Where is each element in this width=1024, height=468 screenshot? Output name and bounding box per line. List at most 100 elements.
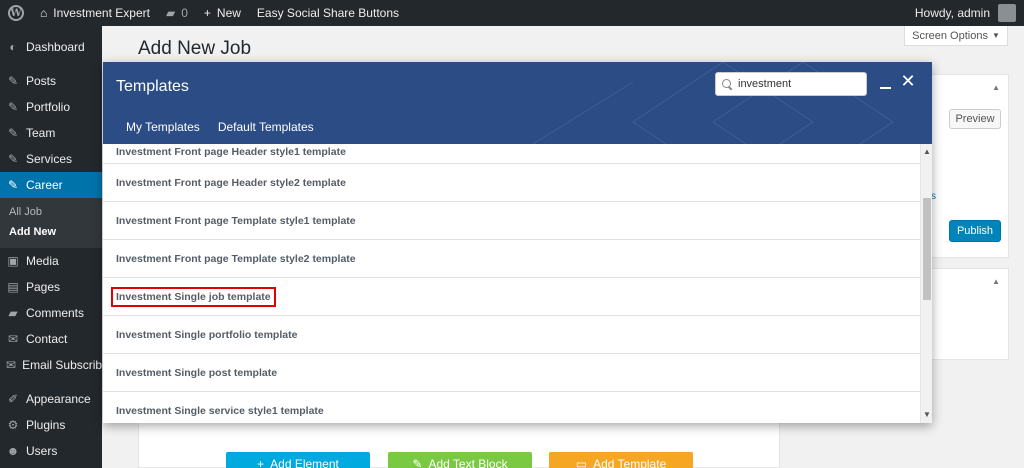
sidebar-item-email-subscribers[interactable]: ✉ Email Subscribers <box>0 352 102 378</box>
scroll-thumb[interactable] <box>923 198 931 300</box>
modal-title: Templates <box>116 78 189 95</box>
sidebar-item-posts[interactable]: ✎ Posts <box>0 68 102 94</box>
minimize-icon[interactable] <box>880 87 891 89</box>
sidebar-item-pages[interactable]: ▤ Pages <box>0 274 102 300</box>
list-item[interactable]: Investment Front page Header style2 temp… <box>103 164 920 202</box>
side-metabox: ▲ <box>931 268 1009 360</box>
close-icon[interactable]: ✕ <box>900 72 916 90</box>
template-search-box[interactable] <box>715 72 867 96</box>
template-name: Investment Single service style1 templat… <box>116 404 324 417</box>
sidebar-item-label: Dashboard <box>26 40 85 54</box>
sidebar-item-label: Posts <box>26 74 57 88</box>
brush-icon: ✐ <box>7 392 19 406</box>
template-name: Investment Front page Header style2 temp… <box>116 176 346 189</box>
sidebar-item-label: Media <box>26 254 59 268</box>
sidebar-item-comments[interactable]: ▰ Comments <box>0 300 102 326</box>
tab-default-templates[interactable]: Default Templates <box>218 120 314 134</box>
howdy-text: Howdy, admin <box>914 6 990 20</box>
account-menu[interactable]: Howdy, admin <box>907 0 1024 26</box>
sidebar-item-appearance[interactable]: ✐ Appearance <box>0 386 102 412</box>
template-name-highlighted: Investment Single job template <box>111 286 276 307</box>
sidebar-item-media[interactable]: ▣ Media <box>0 248 102 274</box>
submenu-item-all-job[interactable]: All Job <box>0 202 102 222</box>
admin-bar: W ⌂ Investment Expert ▰ 0 + New Easy Soc… <box>0 0 1024 26</box>
admin-sidebar: ◐ Dashboard ✎ Posts ✎ Portfolio ✎ Team ✎… <box>0 26 102 468</box>
sidebar-item-users[interactable]: ☻ Users <box>0 438 102 464</box>
template-tabs: My Templates Default Templates <box>126 120 314 134</box>
sidebar-item-label: Plugins <box>26 418 66 432</box>
pages-icon: ▤ <box>7 280 19 294</box>
caret-up-icon[interactable]: ▲ <box>992 83 1000 92</box>
site-name: Investment Expert <box>53 6 150 20</box>
wordpress-logo-button[interactable]: W <box>0 0 32 26</box>
list-item-highlighted[interactable]: Investment Single job template <box>103 278 920 316</box>
sidebar-item-label: Pages <box>26 280 61 294</box>
sidebar-item-services[interactable]: ✎ Services <box>0 146 102 172</box>
caret-down-icon: ▼ <box>991 31 1000 40</box>
sidebar-item-label: Comments <box>26 306 85 320</box>
site-name-link[interactable]: ⌂ Investment Expert <box>32 0 158 26</box>
comments-link[interactable]: ▰ 0 <box>158 0 196 26</box>
sidebar-item-label: Team <box>26 126 56 140</box>
sidebar-item-contact[interactable]: ✉ Contact <box>0 326 102 352</box>
screen-options-button[interactable]: Screen Options ▼ <box>904 26 1008 46</box>
plugin-label: Easy Social Share Buttons <box>256 6 399 20</box>
list-item[interactable]: Investment Front page Template style1 te… <box>103 202 920 240</box>
add-template-button[interactable]: ▭ Add Template <box>549 452 693 468</box>
list-item[interactable]: Investment Front page Header style1 temp… <box>103 144 920 164</box>
new-content-link[interactable]: + New <box>196 0 249 26</box>
comments-count: 0 <box>181 6 188 20</box>
template-list-scrollbar[interactable]: ▲ ▼ <box>920 144 932 423</box>
sidebar-item-team[interactable]: ✎ Team <box>0 120 102 146</box>
preview-button[interactable]: Preview <box>949 109 1001 129</box>
scroll-down-icon[interactable]: ▼ <box>921 409 933 421</box>
list-item[interactable]: Investment Front page Template style2 te… <box>103 240 920 278</box>
edit-icon: ✎ <box>412 457 423 468</box>
comments-icon: ▰ <box>8 306 18 320</box>
sidebar-item-plugins[interactable]: ⚙ Plugins <box>0 412 102 438</box>
add-text-block-button[interactable]: ✎ Add Text Block <box>388 452 532 468</box>
sidebar-item-label: Users <box>26 444 58 458</box>
pin-icon: ✎ <box>7 74 19 88</box>
template-name: Investment Front page Header style1 temp… <box>116 146 346 158</box>
sidebar-item-portfolio[interactable]: ✎ Portfolio <box>0 94 102 120</box>
list-item[interactable]: Investment Single portfolio template <box>103 316 920 354</box>
add-text-block-label: Add Text Block <box>428 457 508 468</box>
home-icon: ⌂ <box>40 6 48 20</box>
list-item[interactable]: Investment Single post template <box>103 354 920 392</box>
add-element-button[interactable]: + Add Element <box>226 452 370 468</box>
templates-modal: Templates ✕ My Templates Default Templat… <box>103 62 932 423</box>
list-item[interactable]: Investment Single service style1 templat… <box>103 392 920 423</box>
avatar <box>998 4 1016 22</box>
template-name: Investment Single portfolio template <box>116 328 298 341</box>
sidebar-item-dashboard[interactable]: ◐ Dashboard <box>0 34 102 60</box>
template-name: Investment Front page Template style1 te… <box>116 214 356 227</box>
sidebar-item-label: Portfolio <box>26 100 71 114</box>
dashboard-icon: ◐ <box>9 40 17 54</box>
screen-options-label: Screen Options <box>912 29 988 42</box>
template-search-input[interactable] <box>738 78 858 90</box>
users-icon: ☻ <box>6 444 20 458</box>
pin-icon: ✎ <box>7 152 19 166</box>
tab-my-templates[interactable]: My Templates <box>126 120 200 134</box>
media-icon: ▣ <box>7 254 19 268</box>
mail-icon: ✉ <box>6 358 17 372</box>
modal-header: Templates ✕ My Templates Default Templat… <box>103 62 932 144</box>
add-element-label: Add Element <box>270 457 339 468</box>
page-title: Add New Job <box>138 38 252 59</box>
sidebar-item-career[interactable]: ✎ Career <box>0 172 102 198</box>
career-submenu: All Job Add New <box>0 198 102 248</box>
submenu-item-add-new[interactable]: Add New <box>0 222 102 242</box>
plus-icon: + <box>203 6 211 20</box>
publish-button[interactable]: Publish <box>949 220 1001 242</box>
caret-up-icon[interactable]: ▲ <box>992 277 1000 286</box>
search-icon <box>722 78 733 90</box>
pin-icon: ✎ <box>7 126 19 140</box>
plugin-icon: ⚙ <box>7 418 19 432</box>
scroll-up-icon[interactable]: ▲ <box>921 146 933 158</box>
easy-social-share-link[interactable]: Easy Social Share Buttons <box>249 0 407 26</box>
sidebar-item-label: Contact <box>26 332 68 346</box>
sidebar-item-label: Email Subscribers <box>22 358 102 372</box>
template-list: Investment Front page Header style1 temp… <box>103 144 920 423</box>
pin-icon: ✎ <box>7 178 19 192</box>
